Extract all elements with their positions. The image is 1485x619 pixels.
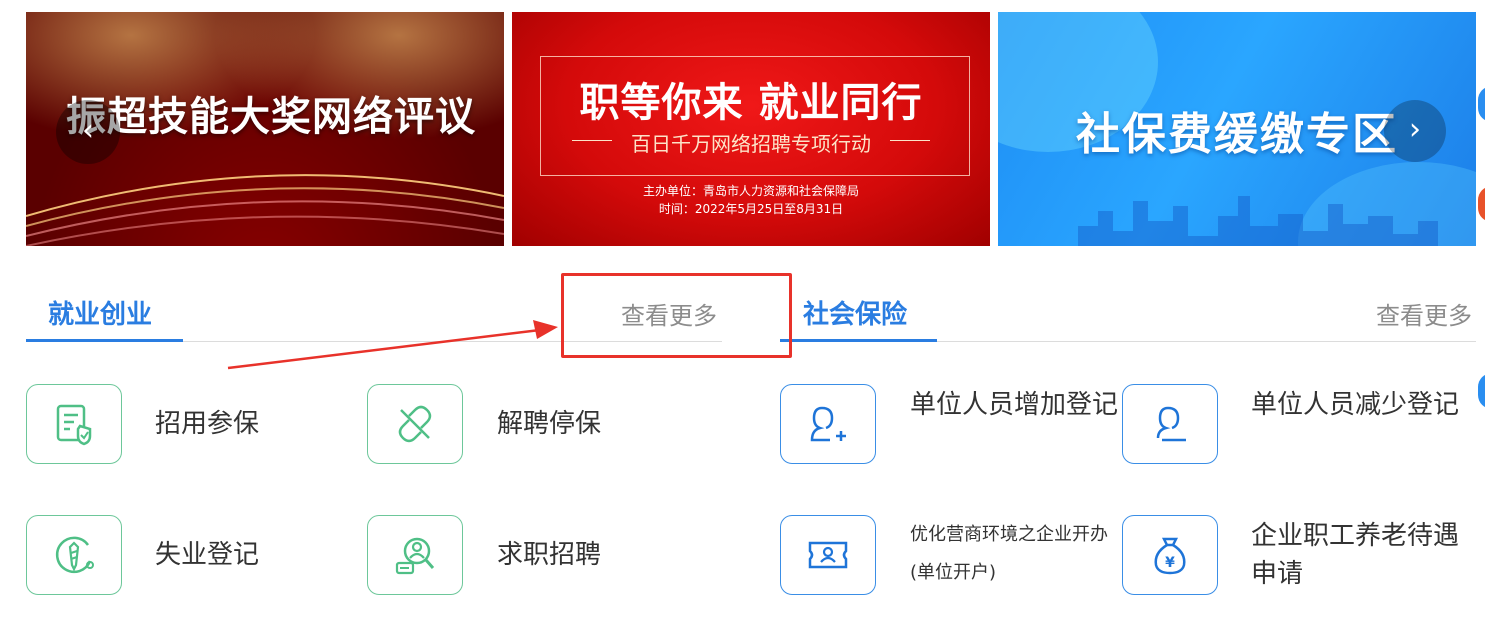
employment-item-label[interactable]: 求职招聘	[497, 536, 601, 574]
banner-job-fair[interactable]: 职等你来 就业同行 百日千万网络招聘专项行动 主办单位：青岛市人力资源和社会保障…	[512, 12, 990, 246]
insurance-tile-add-staff[interactable]	[780, 384, 876, 464]
side-float-icon[interactable]	[1478, 373, 1485, 409]
insurance-item-label-line2[interactable]: 申请	[1251, 555, 1303, 593]
insurance-item-label[interactable]: 单位人员减少登记	[1251, 386, 1459, 424]
banner-job-fair-title: 职等你来 就业同行	[579, 80, 923, 126]
side-float-icon[interactable]	[1478, 86, 1485, 122]
insurance-tile-reduce-staff[interactable]	[1122, 384, 1218, 464]
svg-text:¥: ¥	[1165, 555, 1175, 571]
annotation-highlight-box	[561, 273, 792, 358]
id-card-icon	[808, 541, 848, 569]
insurance-tile-business-open[interactable]	[780, 515, 876, 595]
banner-job-fair-subtitle: 百日千万网络招聘专项行动	[631, 132, 871, 156]
carousel-next-button[interactable]: ›	[1384, 100, 1446, 162]
banner-organizer: 主办单位：青岛市人力资源和社会保障局	[642, 184, 859, 198]
banner-time: 时间：2022年5月25日至8月31日	[658, 202, 844, 216]
section-title-underline	[780, 339, 937, 342]
carousel-prev-button[interactable]: ‹	[56, 100, 120, 164]
insurance-item-label-line1[interactable]: 优化营商环境之企业开办	[910, 517, 1108, 553]
employment-tile-hire-insure[interactable]	[26, 384, 122, 464]
banner-skills-award[interactable]: 振超技能大奖网络评议 ‹	[26, 12, 504, 246]
insurance-item-label[interactable]: 单位人员增加登记	[910, 386, 1118, 424]
employment-tile-unemployment-register[interactable]	[26, 515, 122, 595]
section-title-underline	[26, 339, 183, 342]
section-title-employment[interactable]: 就业创业	[48, 294, 152, 331]
banner-skills-award-title: 振超技能大奖网络评议	[66, 94, 476, 140]
tie-person-icon	[55, 536, 94, 574]
employment-item-label[interactable]: 失业登记	[155, 536, 259, 574]
employment-item-label[interactable]: 解聘停保	[497, 405, 601, 443]
insurance-item-label-line1[interactable]: 企业职工养老待遇	[1251, 517, 1459, 555]
employment-tile-job-search[interactable]	[367, 515, 463, 595]
form-shield-icon	[56, 404, 92, 446]
money-bag-icon: ¥	[1154, 537, 1186, 575]
section-title-insurance[interactable]: 社会保险	[803, 294, 907, 331]
user-remove-icon	[1156, 406, 1186, 442]
user-add-icon	[810, 406, 846, 442]
insurance-more-link[interactable]: 查看更多	[1376, 296, 1472, 331]
person-search-icon	[395, 537, 435, 575]
banner-social-insurance-deferral[interactable]: 社保费缓缴专区 ›	[998, 12, 1476, 246]
running-track-decoration	[26, 174, 504, 246]
insurance-tile-pension[interactable]: ¥	[1122, 515, 1218, 595]
side-float-icon[interactable]	[1478, 186, 1485, 222]
broken-link-icon	[398, 405, 432, 443]
insurance-item-label-line2[interactable]: (单位开户)	[910, 555, 996, 591]
employment-item-label[interactable]: 招用参保	[155, 405, 259, 443]
city-skyline-decoration	[1078, 196, 1438, 246]
employment-tile-dismiss-stop[interactable]	[367, 384, 463, 464]
